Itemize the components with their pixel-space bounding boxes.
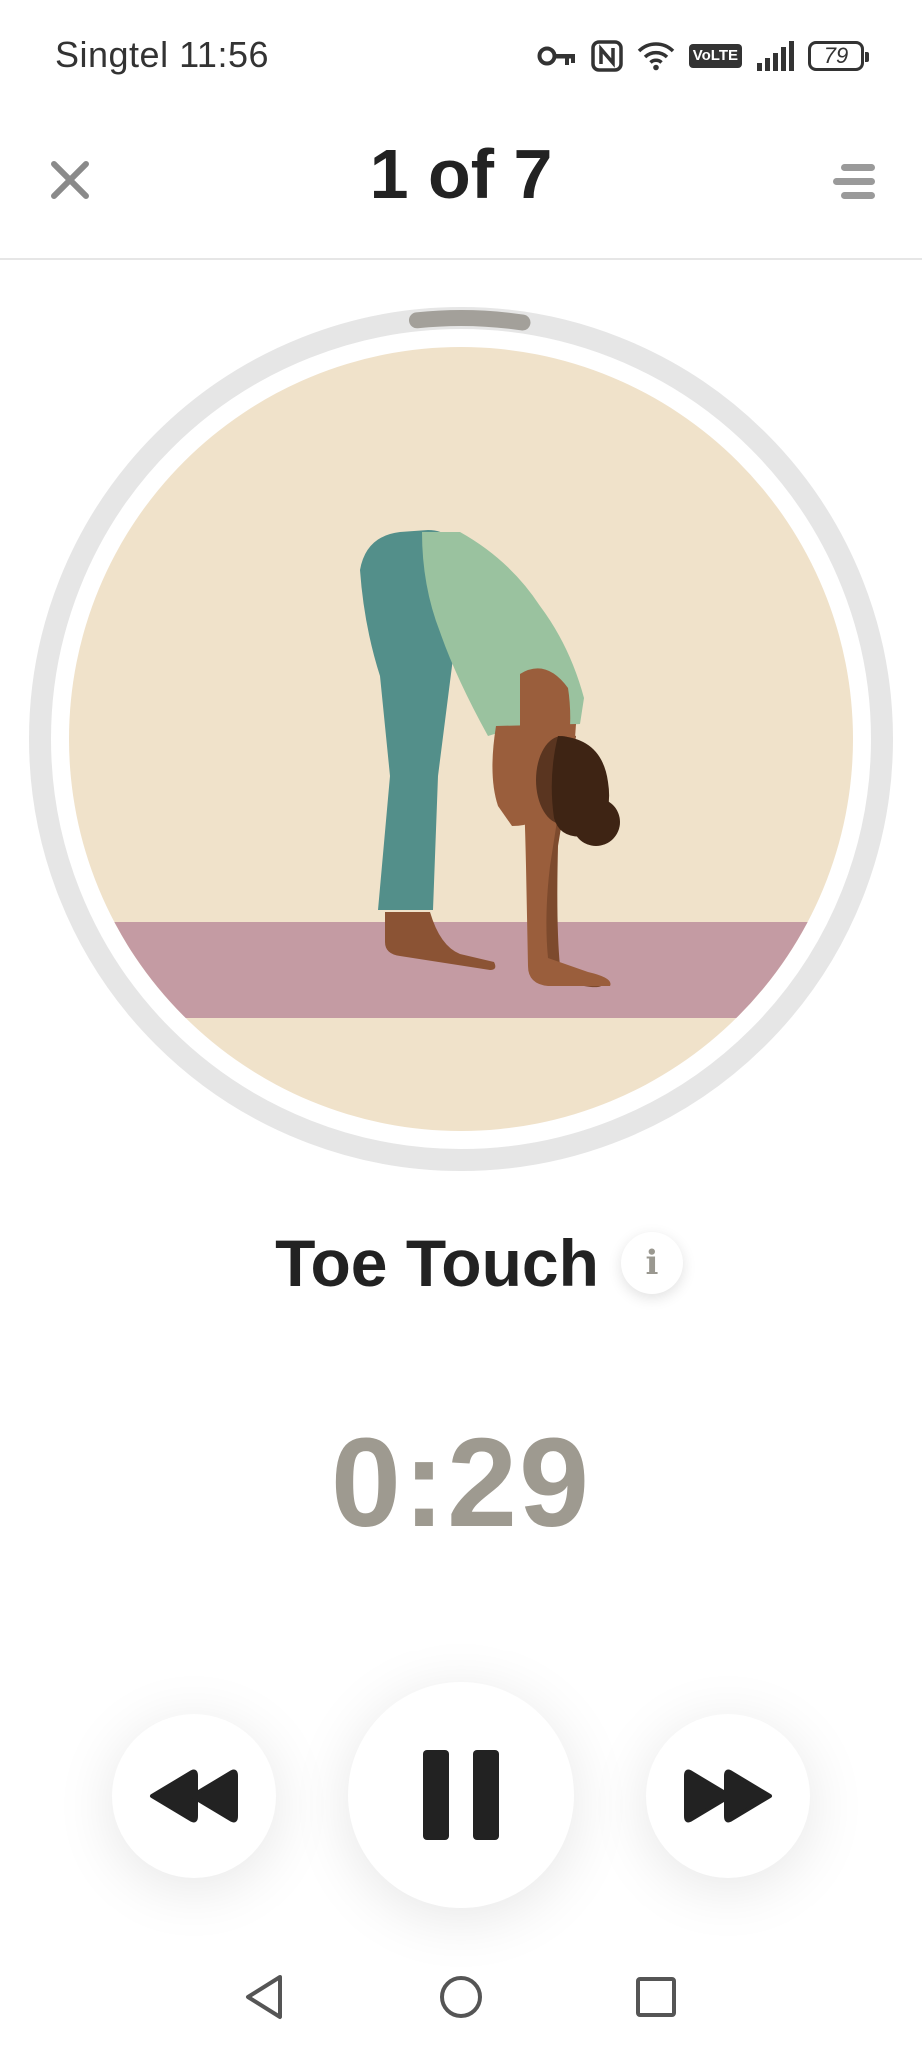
nav-recents-button[interactable] (621, 1962, 691, 2032)
rewind-icon (150, 1769, 238, 1823)
workout-player-screen: Singtel 11:56 VoLTE 79 1 of 7 Toe Touch … (0, 0, 922, 2048)
fast-forward-icon (684, 1769, 772, 1823)
nav-home-button[interactable] (426, 1962, 496, 2032)
nav-back-button[interactable] (230, 1962, 300, 2032)
carrier-time: Singtel 11:56 (55, 34, 269, 75)
wifi-icon (637, 41, 675, 71)
progress-ring-fill (408, 310, 531, 331)
info-icon: i (645, 1243, 659, 1283)
recents-icon (636, 1977, 676, 2017)
exercise-info-button[interactable]: i (620, 1232, 683, 1294)
workout-header: 1 of 7 (0, 110, 922, 260)
status-bar: Singtel 11:56 VoLTE 79 (0, 0, 922, 110)
volte-icon: VoLTE (688, 44, 742, 68)
signal-icon (756, 41, 794, 71)
status-icons: VoLTE 79 (537, 36, 869, 76)
pause-icon (423, 1750, 499, 1840)
exercise-name: Toe Touch (275, 1226, 599, 1300)
previous-exercise-button[interactable] (112, 1714, 276, 1878)
vpn-key-icon (537, 43, 577, 69)
exercise-name-row: Toe Touch i (0, 1218, 922, 1308)
nfc-icon (590, 40, 623, 72)
yoga-mat (69, 922, 853, 1018)
exercise-list-button[interactable] (824, 152, 884, 212)
countdown-timer: 0:29 (330, 1412, 592, 1553)
home-icon (440, 1976, 482, 2018)
exercise-illustration (29, 307, 893, 1171)
system-navigation-bar (0, 1950, 922, 2048)
next-exercise-button[interactable] (646, 1714, 810, 1878)
playback-controls (0, 1650, 922, 1930)
progress-title: 1 of 7 (369, 135, 553, 213)
pause-button[interactable] (348, 1682, 574, 1908)
battery-icon: 79 (808, 41, 869, 71)
list-icon (833, 164, 875, 199)
back-icon (246, 1975, 282, 2019)
